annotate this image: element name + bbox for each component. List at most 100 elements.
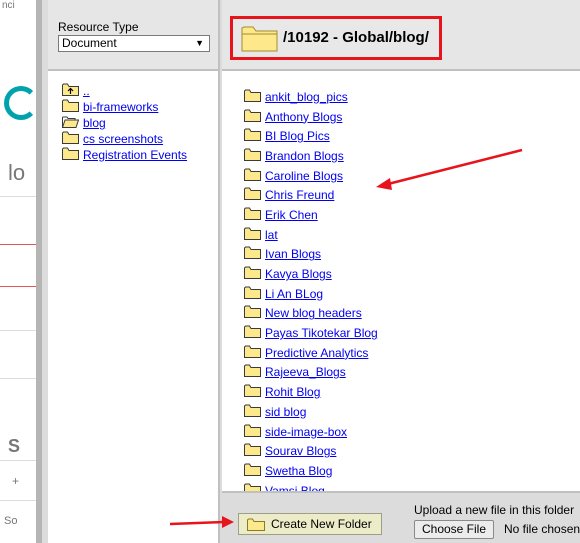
folder-icon xyxy=(244,109,261,125)
resource-type-panel: Resource Type Document ▼ xyxy=(48,0,220,71)
folder-list-item[interactable]: Erik Chen xyxy=(244,205,378,225)
folder-link[interactable]: Ivan Blogs xyxy=(265,247,321,261)
folder-link[interactable]: BI Blog Pics xyxy=(265,129,330,143)
folder-icon xyxy=(244,227,261,243)
folder-list-item[interactable]: Vamsi Blog xyxy=(244,481,378,491)
background-fragment-lo: lo xyxy=(8,160,26,185)
current-path-text: /10192 - Global/blog/ xyxy=(283,29,429,46)
tree-item-link[interactable]: blog xyxy=(83,116,106,130)
folder-link[interactable]: Predictive Analytics xyxy=(265,346,368,360)
folder-list-item[interactable]: Brandon Blogs xyxy=(244,146,378,166)
folder-list-item[interactable]: Rajeeva_Blogs xyxy=(244,363,378,383)
folder-link[interactable]: Caroline Blogs xyxy=(265,169,343,183)
resource-type-select[interactable]: Document ▼ xyxy=(58,35,210,52)
folder-list-item[interactable]: ankit_blog_pics xyxy=(244,87,378,107)
folder-icon xyxy=(244,424,261,440)
create-new-folder-label: Create New Folder xyxy=(271,517,372,531)
folder-icon xyxy=(244,325,261,341)
folder-icon xyxy=(244,483,261,491)
folder-list-item[interactable]: Payas Tikotekar Blog xyxy=(244,323,378,343)
folder-link[interactable]: Vamsi Blog xyxy=(265,484,325,491)
folder-link[interactable]: lat xyxy=(265,228,278,242)
resource-type-label: Resource Type xyxy=(58,20,139,34)
file-browser-dialog: Resource Type Document ▼ .. bi-frameworks… xyxy=(36,0,580,543)
folder-link[interactable]: side-image-box xyxy=(265,425,347,439)
tree-item[interactable]: .. xyxy=(62,83,187,99)
folder-link[interactable]: ankit_blog_pics xyxy=(265,90,348,104)
folder-icon xyxy=(244,404,261,420)
folder-link[interactable]: Erik Chen xyxy=(265,208,318,222)
folder-icon xyxy=(241,23,279,56)
folder-icon xyxy=(244,168,261,184)
folder-tree-panel: .. bi-frameworks blog cs screenshots Registr… xyxy=(48,71,220,543)
folder-icon xyxy=(244,345,261,361)
background-fragment-s: S xyxy=(8,436,21,456)
folder-icon xyxy=(62,147,79,163)
folder-list-item[interactable]: Rohit Blog xyxy=(244,382,378,402)
tree-item[interactable]: blog xyxy=(62,115,187,131)
folder-up-icon xyxy=(62,83,79,99)
folder-list-item[interactable]: Sourav Blogs xyxy=(244,441,378,461)
folder-link[interactable]: sid blog xyxy=(265,405,306,419)
folder-list-item[interactable]: Predictive Analytics xyxy=(244,343,378,363)
folder-link[interactable]: Swetha Blog xyxy=(265,464,332,478)
folder-icon xyxy=(244,463,261,479)
folder-list: ankit_blog_pics Anthony Blogs BI Blog Pics… xyxy=(244,87,378,491)
folder-link[interactable]: Li An BLog xyxy=(265,287,323,301)
background-red-line xyxy=(0,244,40,245)
folder-icon xyxy=(244,266,261,282)
folder-list-item[interactable]: Li An BLog xyxy=(244,284,378,304)
current-path-box: /10192 - Global/blog/ xyxy=(230,16,442,60)
folder-icon xyxy=(62,99,79,115)
folder-icon xyxy=(244,384,261,400)
folder-list-item[interactable]: lat xyxy=(244,225,378,245)
folder-list-item[interactable]: side-image-box xyxy=(244,422,378,442)
background-divider xyxy=(0,378,40,379)
folder-link[interactable]: Sourav Blogs xyxy=(265,444,336,458)
folder-list-item[interactable]: Anthony Blogs xyxy=(244,107,378,127)
folder-list-item[interactable]: Kavya Blogs xyxy=(244,264,378,284)
folder-icon xyxy=(244,128,261,144)
background-fragment-top: nci xyxy=(2,0,15,11)
folder-open-icon xyxy=(62,115,80,131)
folder-link[interactable]: Rohit Blog xyxy=(265,385,320,399)
folder-icon xyxy=(244,364,261,380)
folder-icon xyxy=(244,148,261,164)
tree-item-link[interactable]: .. xyxy=(83,84,90,98)
tree-item[interactable]: Registration Events xyxy=(62,147,187,163)
folder-list-item[interactable]: Caroline Blogs xyxy=(244,166,378,186)
background-divider xyxy=(0,460,40,461)
current-path-panel: /10192 - Global/blog/ xyxy=(222,0,580,71)
folder-list-item[interactable]: New blog headers xyxy=(244,304,378,324)
folder-icon xyxy=(244,286,261,302)
tree-item[interactable]: bi-frameworks xyxy=(62,99,187,115)
tree-item-link[interactable]: cs screenshots xyxy=(83,132,163,146)
folder-link[interactable]: Rajeeva_Blogs xyxy=(265,365,346,379)
folder-link[interactable]: New blog headers xyxy=(265,306,362,320)
folder-list-item[interactable]: Ivan Blogs xyxy=(244,245,378,265)
upload-label: Upload a new file in this folder xyxy=(414,503,575,517)
choose-file-button[interactable]: Choose File xyxy=(414,520,494,539)
folder-list-item[interactable]: BI Blog Pics xyxy=(244,126,378,146)
background-fragment-so: So xyxy=(4,515,18,527)
create-new-folder-button[interactable]: Create New Folder xyxy=(238,513,382,535)
folder-icon xyxy=(62,131,79,147)
tree-item[interactable]: cs screenshots xyxy=(62,131,187,147)
folder-link[interactable]: Payas Tikotekar Blog xyxy=(265,326,378,340)
tree-item-link[interactable]: bi-frameworks xyxy=(83,100,158,114)
tree-item-link[interactable]: Registration Events xyxy=(83,148,187,162)
background-fragment-plus: + xyxy=(12,474,20,488)
folder-link[interactable]: Brandon Blogs xyxy=(265,149,344,163)
folder-list-item[interactable]: sid blog xyxy=(244,402,378,422)
background-red-line xyxy=(0,286,40,287)
bottom-toolbar: Create New Folder Upload a new file in t… xyxy=(222,491,580,543)
folder-link[interactable]: Anthony Blogs xyxy=(265,110,342,124)
folder-link[interactable]: Chris Freund xyxy=(265,188,334,202)
folder-list-item[interactable]: Swetha Blog xyxy=(244,461,378,481)
background-divider xyxy=(0,500,40,501)
folder-icon xyxy=(244,207,261,223)
folder-list-item[interactable]: Chris Freund xyxy=(244,185,378,205)
folder-link[interactable]: Kavya Blogs xyxy=(265,267,332,281)
background-divider xyxy=(0,196,40,197)
resource-type-value: Document xyxy=(62,36,117,50)
